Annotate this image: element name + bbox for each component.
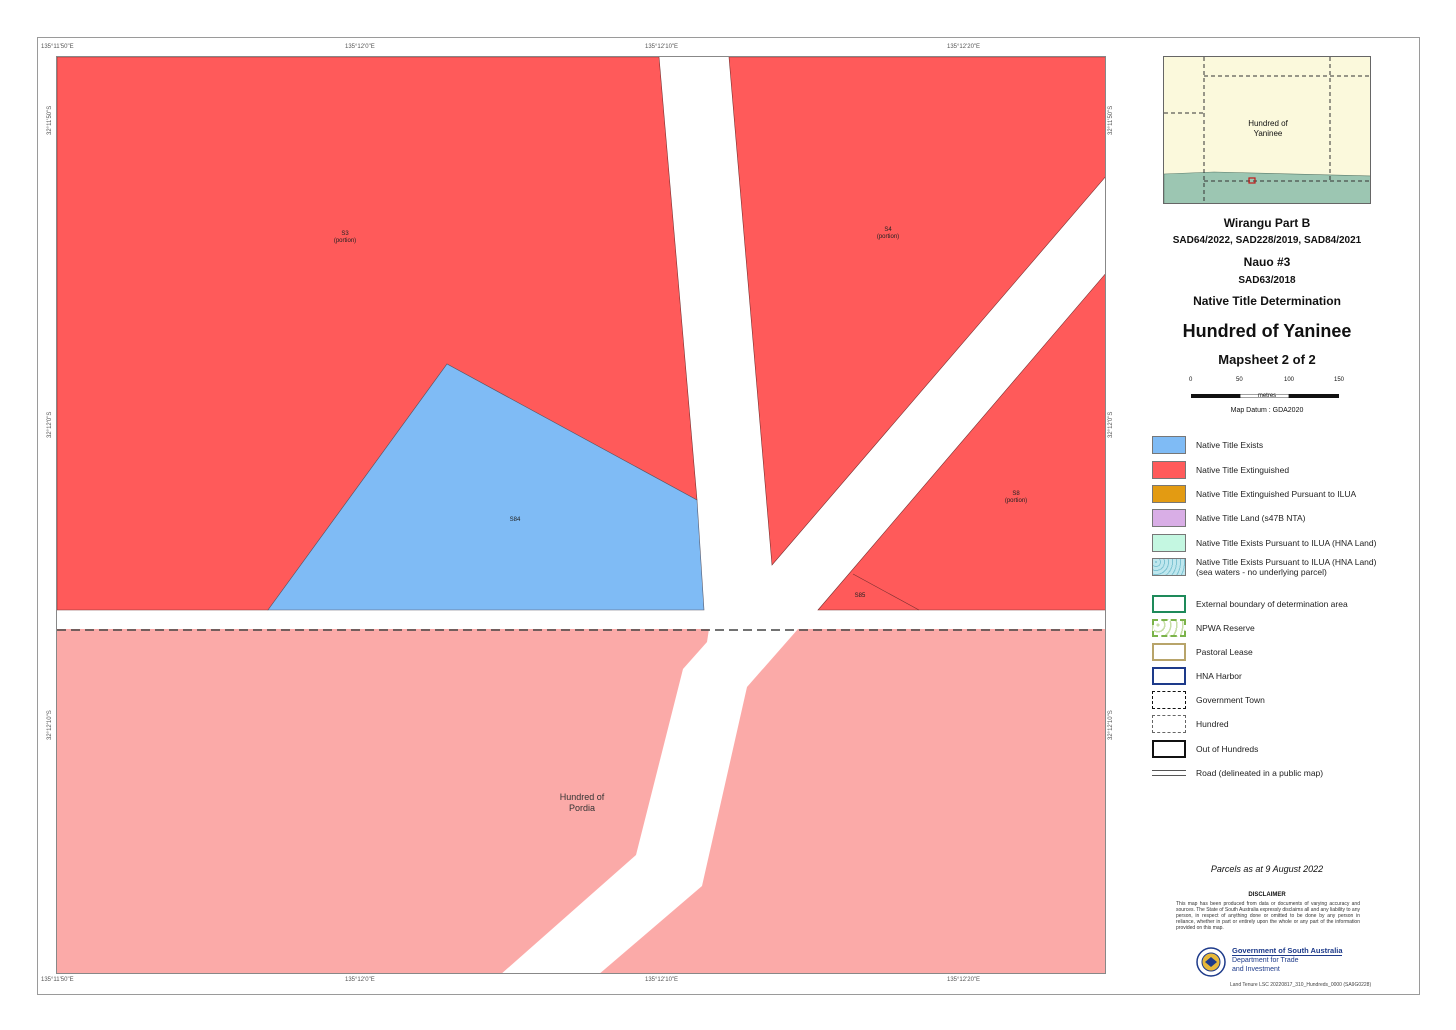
coord-bottom-1: 135°11'50"E — [41, 977, 74, 983]
legend-item: Road (delineated in a public map) — [1152, 764, 1323, 782]
coord-right-3: 32°12'10"S — [1108, 710, 1114, 740]
legend-swatch — [1152, 595, 1186, 613]
coord-bottom-3: 135°12'10"E — [645, 977, 679, 983]
legend-label: Pastoral Lease — [1196, 647, 1253, 657]
scale-tick-150: 150 — [1334, 377, 1345, 383]
coord-right-2: 32°12'0"S — [1108, 411, 1114, 438]
map-datum: Map Datum : GDA2020 — [1230, 407, 1304, 414]
scale-bar — [1191, 385, 1339, 399]
legend-item: Native Title Exists Pursuant to ILUA (HN… — [1152, 534, 1376, 552]
page-title: Hundred of Yaninee — [1182, 321, 1352, 341]
mapsheet-title: Mapsheet 2 of 2 — [1218, 352, 1316, 367]
legend-swatch — [1152, 667, 1186, 685]
government-logo-block: Government of South Australia Department… — [1195, 944, 1365, 980]
parcel-label-s84: S84 — [509, 517, 521, 523]
legend-swatch — [1152, 715, 1186, 733]
legend-swatch — [1152, 558, 1186, 576]
disclaimer-text: This map has been produced from data or … — [1176, 901, 1360, 931]
legend-swatch — [1152, 534, 1186, 552]
claim1-title: Wirangu Part B — [1223, 216, 1311, 230]
inset-label: Hundred of Yaninee — [1248, 119, 1288, 138]
legend-item: Hundred — [1152, 715, 1229, 733]
coord-top-2: 135°12'0"E — [345, 44, 375, 50]
legend-label: Road (delineated in a public map) — [1196, 768, 1324, 778]
coord-right-1: 32°11'50"S — [1108, 105, 1114, 135]
scale-tick-50: 50 — [1236, 377, 1243, 383]
scale-unit: metres — [1257, 393, 1277, 399]
reference-text: Land Tenure LSC 20220817_310_Hundreds_00… — [1230, 982, 1372, 988]
legend-label: Government Town — [1196, 695, 1265, 705]
legend-item: Pastoral Lease — [1152, 643, 1253, 661]
legend-item: Native Title Exists — [1152, 436, 1263, 454]
coord-left-3: 32°12'10"S — [47, 710, 53, 740]
claim2-title: Nauo #3 — [1243, 255, 1291, 269]
parcel-label-s85: S85 — [854, 593, 866, 599]
legend-item: HNA Harbor — [1152, 667, 1242, 685]
legend-item: Native Title Exists Pursuant to ILUA (HN… — [1152, 557, 1377, 577]
sa-crest-icon — [1196, 947, 1226, 977]
coord-top-4: 135°12'20"E — [947, 44, 981, 50]
legend-swatch — [1152, 485, 1186, 503]
legend-label: Out of Hundreds — [1196, 744, 1259, 754]
legend-swatch — [1152, 691, 1186, 709]
parcels-date: Parcels as at 9 August 2022 — [1210, 864, 1324, 874]
legend-label: Native Title Land (s47B NTA) — [1196, 513, 1306, 523]
legend-item: Government Town — [1152, 691, 1265, 709]
gov-dept-line2: and Investment — [1232, 966, 1280, 973]
main-map[interactable]: S3 (portion) S4 (portion) S8 (portion) S84 … — [56, 56, 1106, 974]
gov-dept-line1: Department for Trade — [1232, 957, 1299, 964]
legend-swatch — [1152, 643, 1186, 661]
gov-name: Government of South Australia — [1232, 946, 1343, 955]
parcel-label-s8: S8 (portion) — [1004, 491, 1028, 504]
legend-item: Native Title Extinguished — [1152, 461, 1289, 479]
legend-item: Native Title Land (s47B NTA) — [1152, 509, 1305, 527]
legend-label: Hundred — [1196, 719, 1229, 729]
legend-label: Native Title Exists — [1196, 440, 1264, 450]
legend-label: Native Title Exists Pursuant to ILUA (HN… — [1196, 557, 1377, 577]
disclaimer-title: DISCLAIMER — [1248, 892, 1286, 898]
legend-label: External boundary of determination area — [1196, 599, 1348, 609]
legend-swatch — [1152, 436, 1186, 454]
legend-swatch — [1152, 619, 1186, 637]
claim1-numbers: SAD64/2022, SAD228/2019, SAD84/2021 — [1172, 235, 1362, 246]
scale-tick-100: 100 — [1284, 377, 1295, 383]
legend-label: HNA Harbor — [1196, 671, 1242, 681]
legend-item: NPWA Reserve — [1152, 619, 1255, 637]
legend-swatch — [1152, 509, 1186, 527]
coord-left-2: 32°12'0"S — [47, 411, 53, 438]
coord-bottom-2: 135°12'0"E — [345, 977, 375, 983]
coord-bottom-4: 135°12'20"E — [947, 977, 981, 983]
parcel-label-s4: S4 (portion) — [876, 227, 900, 240]
coord-top-3: 135°12'10"E — [645, 44, 679, 50]
inset-map[interactable]: Hundred of Yaninee — [1163, 56, 1371, 204]
legend-label: Native Title Exists Pursuant to ILUA (HN… — [1196, 538, 1377, 548]
coord-left-1: 32°11'50"S — [47, 105, 53, 135]
legend-item: Native Title Extinguished Pursuant to IL… — [1152, 485, 1356, 503]
coord-top-1: 135°11'50"E — [41, 44, 74, 50]
legend-label: NPWA Reserve — [1196, 623, 1255, 633]
legend-panel: Hundred of Yaninee Wirangu Part B SAD64/2… — [1140, 50, 1400, 990]
legend-swatch — [1152, 461, 1186, 479]
hundred-label-pordia: Hundred of Pordia — [559, 792, 605, 813]
legend-swatch — [1152, 770, 1186, 776]
parcel-label-s3: S3 (portion) — [333, 231, 357, 244]
legend-swatch — [1152, 740, 1186, 758]
determination-title: Native Title Determination — [1193, 294, 1341, 308]
legend-item: Out of Hundreds — [1152, 740, 1258, 758]
legend-item: External boundary of determination area — [1152, 595, 1348, 613]
claim2-numbers: SAD63/2018 — [1238, 275, 1296, 286]
scale-tick-0: 0 — [1189, 377, 1193, 383]
legend-label: Native Title Extinguished — [1196, 465, 1290, 475]
legend-label: Native Title Extinguished Pursuant to IL… — [1196, 489, 1357, 499]
